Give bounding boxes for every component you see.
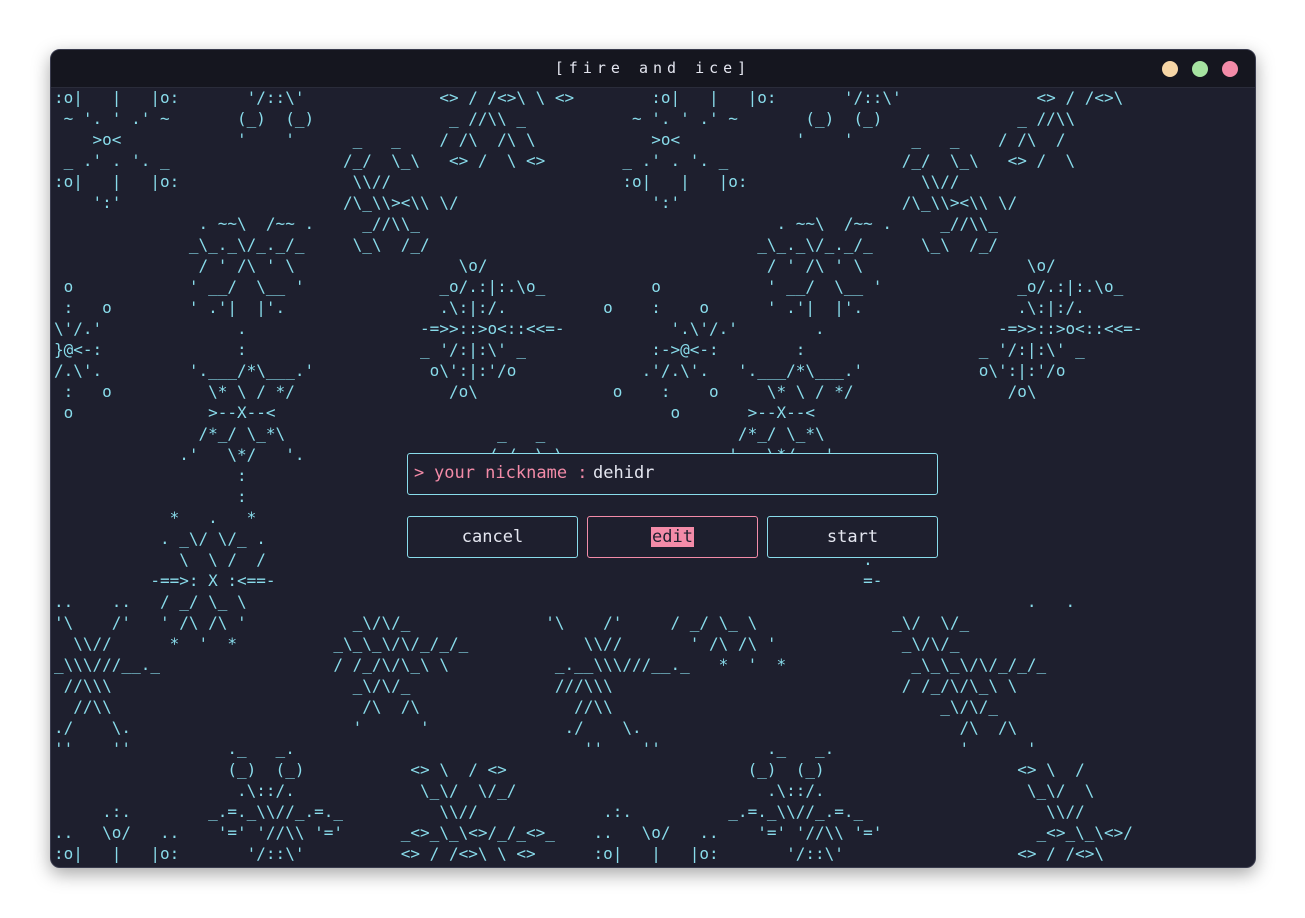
cancel-button-label: cancel — [461, 527, 524, 547]
app-window: [fire and ice] :o| | |o: '/::\' <> / /<>… — [50, 49, 1256, 868]
title-bar: [fire and ice] — [51, 50, 1255, 88]
maximize-button[interactable] — [1192, 61, 1208, 77]
edit-button-label: edit — [651, 527, 694, 547]
prompt-chevron-icon: > — [414, 463, 425, 483]
start-button[interactable]: start — [767, 516, 938, 558]
nickname-input[interactable]: > your nickname : dehidr — [407, 453, 938, 495]
edit-button[interactable]: edit — [587, 516, 758, 558]
window-title: [fire and ice] — [554, 59, 752, 77]
nickname-value[interactable]: dehidr — [593, 463, 654, 483]
cancel-button[interactable]: cancel — [407, 516, 578, 558]
minimize-button[interactable] — [1162, 61, 1178, 77]
close-button[interactable] — [1222, 61, 1238, 77]
nickname-label: your nickname : — [434, 463, 588, 483]
start-button-label: start — [826, 527, 879, 547]
